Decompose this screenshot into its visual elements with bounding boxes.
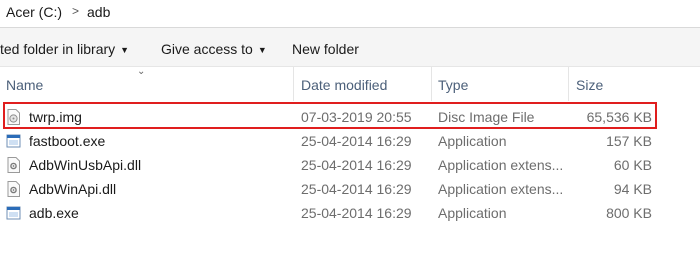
file-row[interactable]: fastboot.exe 25-04-2014 16:29 Applicatio… [0,130,700,154]
dll-file-icon [7,157,20,173]
column-header-date-modified[interactable]: Date modified [301,77,387,93]
file-date: 07-03-2019 20:55 [301,109,412,125]
dll-file-icon [7,181,20,197]
breadcrumb-folder[interactable]: adb [87,4,110,20]
file-size: 65,536 KB [586,109,652,125]
application-icon [6,134,21,148]
include-in-library-button[interactable]: ted folder in library ▼ [0,41,129,57]
file-row[interactable]: AdbWinApi.dll 25-04-2014 16:29 Applicati… [0,178,700,202]
file-date: 25-04-2014 16:29 [301,205,412,221]
breadcrumb-drive[interactable]: Acer (C:) [6,4,62,20]
file-row[interactable]: AdbWinUsbApi.dll 25-04-2014 16:29 Applic… [0,154,700,178]
application-icon [6,206,21,220]
disc-image-file-icon [7,109,20,125]
include-in-library-label: ted folder in library [0,41,116,57]
column-header-type[interactable]: Type [438,77,468,93]
file-name: twrp.img [29,109,82,125]
file-type: Application [438,205,507,221]
file-type: Application extens... [438,181,562,197]
file-name: fastboot.exe [29,133,106,149]
column-header-name[interactable]: Name [6,77,43,93]
command-bar: ted folder in library ▼ Give access to ▼ N… [0,28,700,67]
file-date: 25-04-2014 16:29 [301,181,412,197]
give-access-button[interactable]: Give access to ▼ [161,41,267,57]
dropdown-caret-icon: ▼ [120,45,130,55]
column-divider[interactable] [568,67,569,101]
file-date: 25-04-2014 16:29 [301,157,412,173]
file-row[interactable]: twrp.img 07-03-2019 20:55 Disc Image Fil… [0,106,700,130]
dropdown-caret-icon: ▼ [257,45,267,55]
file-date: 25-04-2014 16:29 [301,133,412,149]
column-header-size[interactable]: Size [576,77,603,93]
file-size: 157 KB [606,133,652,149]
file-size: 94 KB [613,181,652,197]
new-folder-button[interactable]: New folder [292,41,359,57]
file-row[interactable]: adb.exe 25-04-2014 16:29 Application 800… [0,202,700,226]
column-divider[interactable] [431,67,432,101]
sort-chevron-icon: ⌄ [137,66,146,77]
give-access-label: Give access to [161,41,253,57]
breadcrumb-separator-icon[interactable]: > [72,4,79,18]
file-size: 60 KB [613,157,652,173]
file-name: AdbWinUsbApi.dll [29,157,142,173]
file-type: Application extens... [438,157,562,173]
file-name: adb.exe [29,205,79,221]
file-name: AdbWinApi.dll [29,181,117,197]
file-size: 800 KB [606,205,652,221]
column-header-row: ⌄ Name Date modified Type Size [0,66,700,101]
address-bar[interactable]: Acer (C:) > adb [0,0,700,28]
column-divider[interactable] [293,67,294,101]
file-type: Disc Image File [438,109,535,125]
file-type: Application [438,133,507,149]
